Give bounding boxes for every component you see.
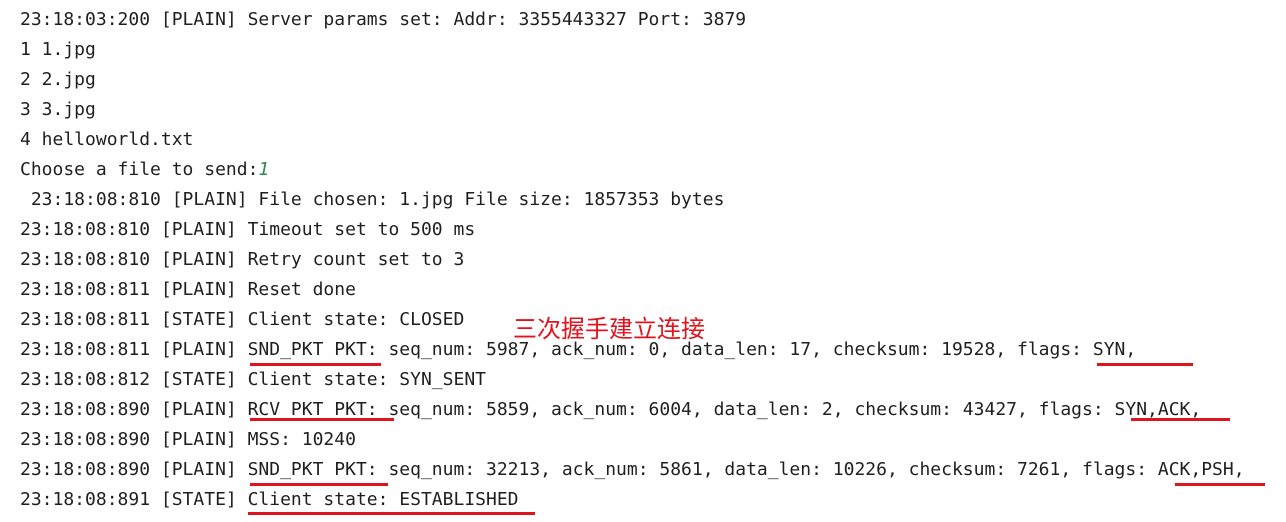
log-line: 23:18:08:891 [STATE] Client state: ESTAB… bbox=[20, 489, 519, 510]
log-line: 23:18:08:812 [STATE] Client state: SYN_S… bbox=[20, 369, 486, 390]
log-line: 23:18:08:811 [PLAIN] Reset done bbox=[20, 279, 356, 300]
log-line: 23:18:08:890 [PLAIN] SND_PKT PKT: seq_nu… bbox=[20, 459, 1245, 480]
file-option: 2 2.jpg bbox=[20, 69, 96, 90]
user-input[interactable]: 1 bbox=[258, 159, 269, 180]
log-line: 23:18:08:890 [PLAIN] MSS: 10240 bbox=[20, 429, 356, 450]
red-underline bbox=[248, 512, 535, 515]
file-option: 1 1.jpg bbox=[20, 39, 96, 60]
input-prompt: Choose a file to send: bbox=[20, 159, 259, 180]
input-prompt-line: Choose a file to send:1 bbox=[20, 155, 269, 185]
log-line: 23:18:08:810 [PLAIN] File chosen: 1.jpg … bbox=[20, 189, 725, 210]
red-underline bbox=[250, 483, 388, 486]
log-line: 23:18:08:810 [PLAIN] Timeout set to 500 … bbox=[20, 219, 476, 240]
file-option: 4 helloworld.txt bbox=[20, 129, 194, 150]
file-option: 3 3.jpg bbox=[20, 99, 96, 120]
log-line: 23:18:08:890 [PLAIN] RCV_PKT PKT: seq_nu… bbox=[20, 399, 1202, 420]
red-underline bbox=[1175, 483, 1265, 486]
log-line: 23:18:08:810 [PLAIN] Retry count set to … bbox=[20, 249, 465, 270]
red-underline bbox=[1131, 418, 1230, 421]
red-underline bbox=[250, 363, 381, 366]
console-output[interactable]: 23:18:03:200 [PLAIN] Server params set: … bbox=[0, 0, 1286, 522]
red-underline bbox=[250, 418, 394, 421]
log-line: 23:18:03:200 [PLAIN] Server params set: … bbox=[20, 9, 747, 30]
handshake-annotation: 三次握手建立连接 bbox=[513, 315, 705, 343]
log-line: 23:18:08:811 [STATE] Client state: CLOSE… bbox=[20, 309, 465, 330]
red-underline bbox=[1097, 363, 1193, 366]
